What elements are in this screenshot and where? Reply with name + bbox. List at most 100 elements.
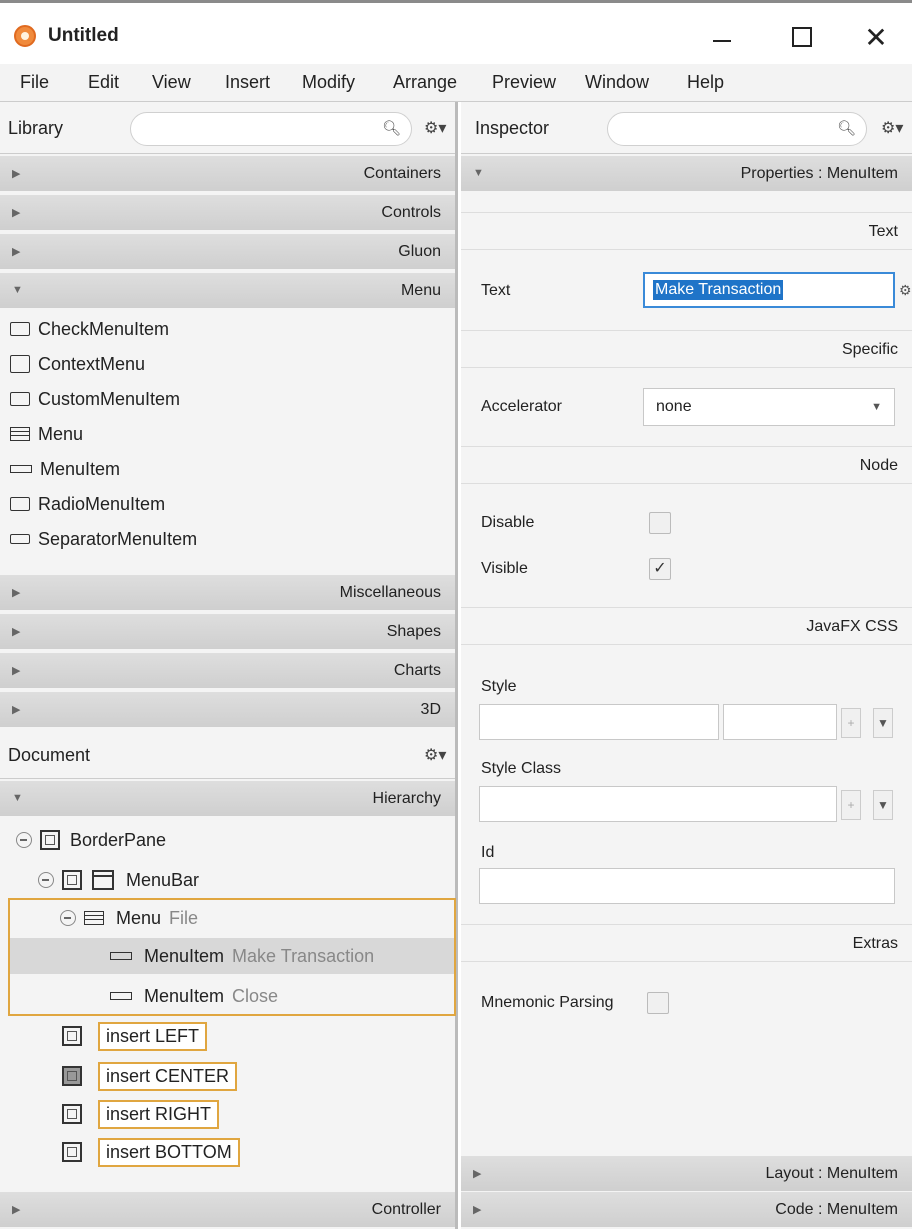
tree-row-insert-center[interactable]: insert CENTER — [62, 1058, 238, 1094]
specific-subsection: Specific — [461, 330, 912, 368]
tree-row-insert-bottom[interactable]: insert BOTTOM — [62, 1134, 240, 1170]
style-class-label: Style Class — [481, 760, 562, 777]
gear-icon[interactable]: ⚙▾ — [881, 118, 903, 138]
maximize-icon[interactable] — [782, 17, 822, 57]
inspector-panel: Inspector 🔍︎ ⚙▾ ▼ Properties : MenuItem … — [461, 102, 912, 1229]
menu-insert[interactable]: Insert — [225, 72, 270, 93]
layout-section[interactable]: ▶ Layout : MenuItem — [461, 1156, 912, 1193]
collapse-icon[interactable] — [16, 832, 32, 848]
close-icon[interactable]: ✕ — [856, 17, 896, 57]
code-section[interactable]: ▶ Code : MenuItem — [461, 1192, 912, 1229]
right-region-icon — [62, 1104, 82, 1124]
library-item-menuitem[interactable]: MenuItem — [10, 454, 120, 484]
library-section-menu[interactable]: ▼ Menu — [0, 273, 455, 310]
expand-arrow-icon: ▶ — [12, 1204, 21, 1216]
add-icon[interactable]: + — [841, 790, 861, 820]
library-section-miscellaneous[interactable]: ▶ Miscellaneous — [0, 575, 455, 612]
expand-arrow-icon: ▶ — [12, 168, 21, 180]
search-icon: 🔍︎ — [836, 120, 856, 137]
menu-help[interactable]: Help — [687, 72, 724, 93]
library-item-menu[interactable]: Menu — [10, 419, 83, 449]
menu-preview[interactable]: Preview — [492, 72, 556, 93]
tree-row-insert-left[interactable]: insert LEFT — [62, 1018, 208, 1054]
menuitem-icon — [110, 952, 132, 960]
app-logo-icon — [14, 25, 36, 47]
expand-arrow-icon: ▶ — [473, 1204, 482, 1216]
inspector-title: Inspector — [475, 118, 550, 138]
menu-arrange[interactable]: Arrange — [393, 72, 457, 93]
search-icon: 🔍︎ — [381, 120, 401, 137]
disable-label: Disable — [481, 514, 535, 531]
chevron-down-icon[interactable]: ▼ — [873, 790, 893, 820]
library-section-controls[interactable]: ▶ Controls — [0, 195, 455, 232]
hierarchy-section[interactable]: ▼ Hierarchy — [0, 781, 455, 818]
expand-arrow-icon: ▶ — [12, 665, 21, 677]
document-header: Document ⚙▾ — [0, 729, 455, 779]
window-title: Untitled — [48, 25, 119, 46]
library-item-custommenuitem[interactable]: CustomMenuItem — [10, 384, 180, 414]
collapse-icon[interactable] — [38, 872, 54, 888]
menu-view[interactable]: View — [152, 72, 191, 93]
left-panel: Library 🔍︎ ⚙▾ ▶ Containers ▶ Controls ▶ … — [0, 102, 458, 1229]
accelerator-label: Accelerator — [481, 398, 562, 415]
contextmenu-icon — [10, 355, 30, 373]
expand-arrow-icon: ▶ — [12, 626, 21, 638]
properties-section[interactable]: ▼ Properties : MenuItem — [461, 156, 912, 193]
gear-icon[interactable]: ⚙▾ — [424, 118, 446, 138]
tree-row-menuitem-close[interactable]: MenuItem Close — [110, 978, 278, 1014]
visible-label: Visible — [481, 560, 528, 577]
accelerator-select[interactable]: none ▼ — [643, 388, 895, 426]
center-region-icon — [62, 1066, 82, 1086]
add-icon[interactable]: + — [841, 708, 861, 738]
library-section-containers[interactable]: ▶ Containers — [0, 156, 455, 193]
bottom-region-icon — [62, 1142, 82, 1162]
text-input[interactable]: Make Transaction — [643, 272, 895, 308]
custommenuitem-icon — [10, 392, 30, 406]
library-search-input[interactable]: 🔍︎ — [130, 112, 412, 146]
chevron-down-icon[interactable]: ▼ — [873, 708, 893, 738]
inspector-search-input[interactable]: 🔍︎ — [607, 112, 867, 146]
style-class-input[interactable] — [479, 786, 837, 822]
menu-file[interactable]: File — [20, 72, 49, 93]
tree-row-menubar[interactable]: MenuBar — [38, 862, 199, 898]
library-item-separatormenuitem[interactable]: SeparatorMenuItem — [10, 524, 197, 554]
expand-arrow-icon: ▶ — [12, 704, 21, 716]
mnemonic-parsing-checkbox[interactable] — [647, 992, 669, 1014]
library-section-gluon[interactable]: ▶ Gluon — [0, 234, 455, 271]
tree-row-insert-right[interactable]: insert RIGHT — [62, 1096, 220, 1132]
library-item-contextmenu[interactable]: ContextMenu — [10, 349, 145, 379]
style-input[interactable] — [479, 704, 719, 740]
disable-checkbox[interactable] — [649, 512, 671, 534]
tree-row-borderpane[interactable]: BorderPane — [16, 822, 166, 858]
library-section-shapes[interactable]: ▶ Shapes — [0, 614, 455, 651]
document-title: Document — [8, 745, 91, 765]
node-subsection: Node — [461, 446, 912, 484]
container-icon — [62, 870, 82, 890]
menu-edit[interactable]: Edit — [88, 72, 119, 93]
gear-icon[interactable]: ⚙ — [899, 282, 912, 299]
tree-row-menuitem-make-transaction[interactable]: MenuItem Make Transaction — [10, 938, 454, 974]
menu-window[interactable]: Window — [585, 72, 649, 93]
text-label: Text — [481, 282, 511, 299]
borderpane-icon — [40, 830, 60, 850]
visible-checkbox[interactable]: ✓ — [649, 558, 671, 580]
id-label: Id — [481, 844, 495, 861]
library-item-radiomenuitem[interactable]: RadioMenuItem — [10, 489, 165, 519]
library-section-3d[interactable]: ▶ 3D — [0, 692, 455, 729]
collapse-icon[interactable] — [60, 910, 76, 926]
menu-modify[interactable]: Modify — [302, 72, 355, 93]
controller-section[interactable]: ▶ Controller — [0, 1192, 455, 1229]
left-region-icon — [62, 1026, 82, 1046]
expand-arrow-icon: ▶ — [12, 207, 21, 219]
style-value-input[interactable] — [723, 704, 837, 740]
library-section-charts[interactable]: ▶ Charts — [0, 653, 455, 690]
expand-arrow-icon: ▶ — [12, 246, 21, 258]
id-input[interactable] — [479, 868, 895, 904]
minimize-icon[interactable] — [702, 17, 742, 57]
separatormenuitem-icon — [10, 534, 30, 544]
menu-icon — [10, 427, 30, 441]
library-item-checkmenuitem[interactable]: CheckMenuItem — [10, 314, 169, 344]
menu-icon — [84, 911, 104, 925]
gear-icon[interactable]: ⚙▾ — [424, 745, 446, 765]
tree-row-menu[interactable]: Menu File — [60, 900, 198, 936]
